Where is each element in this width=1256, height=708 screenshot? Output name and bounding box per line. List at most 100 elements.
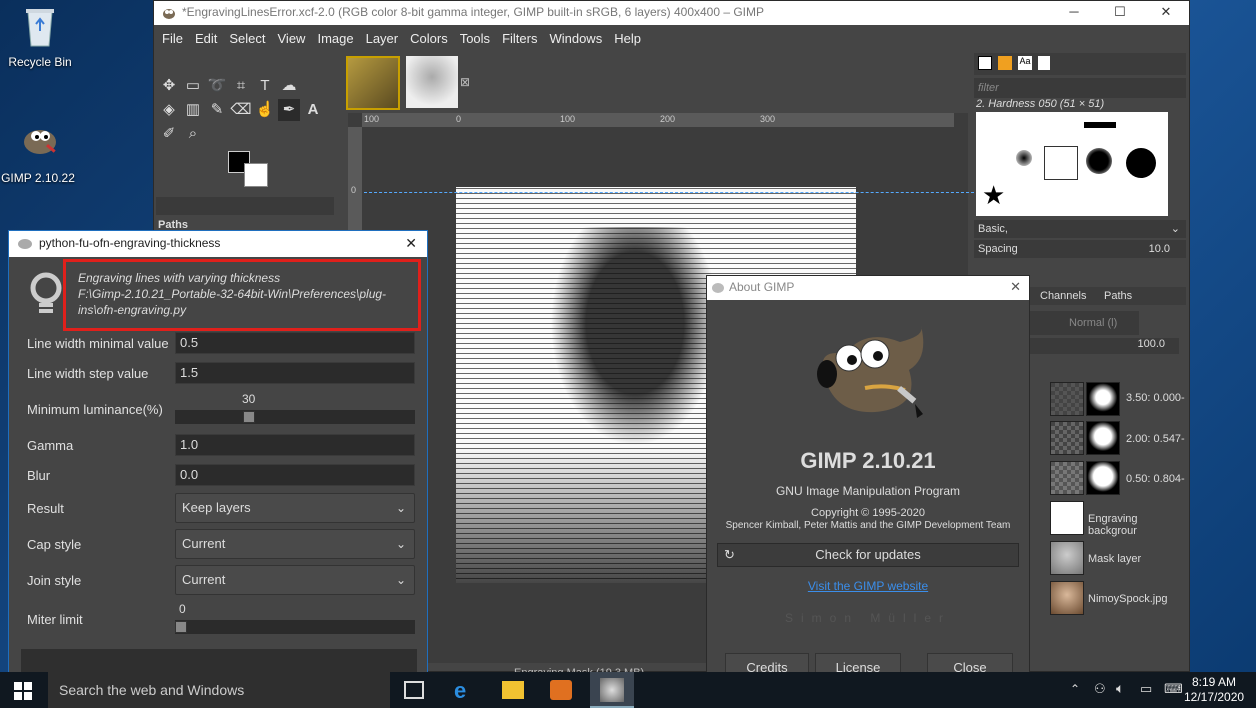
ruler-label: 0 (456, 114, 462, 124)
warp-icon[interactable]: ☁ (278, 75, 300, 97)
gradient-icon[interactable]: ▥ (182, 99, 204, 121)
layer-thumb[interactable] (1050, 382, 1084, 416)
gimp-titlebar[interactable]: *EngravingLinesError.xcf-2.0 (RGB color … (154, 1, 1189, 25)
layer-mode-select[interactable]: Normal (l) (1029, 311, 1139, 335)
miter-limit-slider[interactable] (175, 620, 415, 634)
menu-tools[interactable]: Tools (454, 31, 496, 46)
maximize-button[interactable]: ☐ (1097, 1, 1143, 23)
gimp-website-link[interactable]: Visit the GIMP website (707, 579, 1029, 593)
layer-name[interactable]: 3.50: 0.000- (1126, 392, 1185, 404)
minimize-button[interactable]: ─ (1051, 1, 1097, 23)
close-image-tab-icon[interactable]: ⊠ (460, 75, 470, 89)
background-color[interactable] (244, 163, 268, 187)
recycle-bin-label: Recycle Bin (8, 55, 72, 69)
brush-filter-input[interactable]: filter (974, 78, 1186, 98)
close-icon[interactable]: ✕ (1010, 276, 1021, 298)
media-player-icon[interactable] (550, 680, 572, 700)
blur-input[interactable]: 0.0 (175, 464, 415, 486)
layer-thumb[interactable] (1050, 501, 1084, 535)
line-width-step-input[interactable]: 1.5 (175, 362, 415, 384)
layer-thumb[interactable] (1050, 421, 1084, 455)
brush-grid[interactable]: ★ (976, 112, 1168, 216)
cap-style-select[interactable]: Current ⌄ (175, 529, 415, 559)
layer-thumb[interactable] (1050, 581, 1084, 615)
image-tab-lena[interactable] (346, 56, 400, 110)
menu-colors[interactable]: Colors (404, 31, 454, 46)
menu-select[interactable]: Select (223, 31, 271, 46)
description-line: ins\ofn-engraving.py (78, 303, 187, 317)
layer-thumb[interactable] (1050, 461, 1084, 495)
pyfu-titlebar[interactable]: python-fu-ofn-engraving-thickness ✕ (9, 231, 427, 257)
opacity-field[interactable]: 100.0 (1029, 338, 1179, 354)
taskbar-search[interactable]: Search the web and Windows (48, 672, 390, 708)
layer-name[interactable]: Engraving backgrour (1088, 513, 1189, 537)
gamma-input[interactable]: 1.0 (175, 434, 415, 456)
menu-file[interactable]: File (156, 31, 189, 46)
language-icon[interactable]: ⌨ (1164, 681, 1183, 697)
bucket-fill-icon[interactable]: ◈ (158, 99, 180, 121)
close-button[interactable]: ✕ (1143, 1, 1189, 23)
result-select[interactable]: Keep layers ⌄ (175, 493, 415, 523)
volume-icon[interactable]: 🔈︎ (1116, 680, 1124, 697)
check-updates-button[interactable]: ↻ Check for updates (717, 543, 1019, 567)
layer-name[interactable]: 2.00: 0.547- (1126, 433, 1185, 445)
lasso-icon[interactable]: ➰ (206, 75, 228, 97)
tab-paths[interactable]: Paths (1104, 287, 1132, 305)
menu-edit[interactable]: Edit (189, 31, 223, 46)
layer-thumb[interactable] (1050, 541, 1084, 575)
about-app-name: GIMP 2.10.21 (800, 448, 936, 473)
menu-layer[interactable]: Layer (360, 31, 405, 46)
paintbrush-icon[interactable]: ✎ (206, 99, 228, 121)
menu-filters[interactable]: Filters (496, 31, 543, 46)
menu-image[interactable]: Image (311, 31, 359, 46)
rect-select-icon[interactable]: ▭ (182, 75, 204, 97)
eraser-icon[interactable]: ⌫ (230, 99, 252, 121)
network-icon[interactable]: ▭ (1140, 681, 1152, 697)
color-picker-icon[interactable]: ✐ (158, 123, 180, 145)
paths-tool-icon[interactable]: ✒ (278, 99, 300, 121)
move-tool-icon[interactable]: ✥ (158, 75, 180, 97)
chevron-up-icon[interactable]: ⌃ (1070, 682, 1080, 696)
brush-swatch (1016, 150, 1032, 166)
crop-icon[interactable]: ⌗ (230, 75, 252, 97)
join-style-select[interactable]: Current ⌄ (175, 565, 415, 595)
gimp-title: *EngravingLinesError.xcf-2.0 (RGB color … (182, 5, 765, 19)
menu-help[interactable]: Help (608, 31, 647, 46)
file-explorer-icon[interactable] (502, 681, 524, 699)
menu-view[interactable]: View (272, 31, 312, 46)
layer-mask-thumb[interactable] (1086, 461, 1120, 495)
smudge-icon[interactable]: ☝ (254, 99, 276, 121)
text-tool-icon[interactable]: A (302, 99, 324, 121)
brush-preset-select[interactable]: Basic, ⌄ (974, 220, 1186, 238)
about-titlebar[interactable]: About GIMP ✕ (707, 276, 1029, 300)
font-tab-icon[interactable]: Aa (1018, 56, 1032, 70)
windows-start-icon[interactable] (14, 682, 32, 700)
close-icon[interactable]: ✕ (405, 231, 417, 255)
people-icon[interactable]: ⚇ (1094, 681, 1106, 697)
document-tab-icon[interactable] (1038, 56, 1050, 70)
layer-name[interactable]: 0.50: 0.804- (1126, 473, 1185, 485)
brush-tab-icon[interactable] (978, 56, 992, 70)
menu-windows[interactable]: Windows (543, 31, 608, 46)
taskbar-gimp-app[interactable] (590, 672, 634, 708)
slider-knob[interactable] (243, 411, 256, 423)
pattern-tab-icon[interactable] (998, 56, 1012, 70)
layer-name[interactable]: Mask layer (1088, 553, 1141, 565)
spacing-label: Spacing (978, 243, 1018, 255)
zoom-icon[interactable]: ⌕ (182, 123, 204, 145)
image-tab-spock[interactable] (406, 56, 458, 108)
min-luminance-slider[interactable] (175, 410, 415, 424)
layer-name[interactable]: NimoySpock.jpg (1088, 593, 1167, 605)
spacing-field[interactable]: Spacing 10.0 (974, 240, 1186, 258)
tab-channels[interactable]: Channels (1040, 287, 1086, 305)
desktop-icon-recycle-bin[interactable]: Recycle Bin (0, 4, 80, 69)
clock[interactable]: 8:19 AM 12/17/2020 (1184, 675, 1244, 705)
desktop-icon-gimp[interactable]: GIMP 2.10.22 (0, 120, 78, 185)
layer-mask-thumb[interactable] (1086, 382, 1120, 416)
task-view-icon[interactable] (404, 681, 424, 699)
line-width-min-input[interactable]: 0.5 (175, 332, 415, 354)
text-transform-icon[interactable]: T (254, 75, 276, 97)
slider-knob[interactable] (175, 621, 187, 633)
edge-icon[interactable]: e (454, 678, 466, 704)
layer-mask-thumb[interactable] (1086, 421, 1120, 455)
